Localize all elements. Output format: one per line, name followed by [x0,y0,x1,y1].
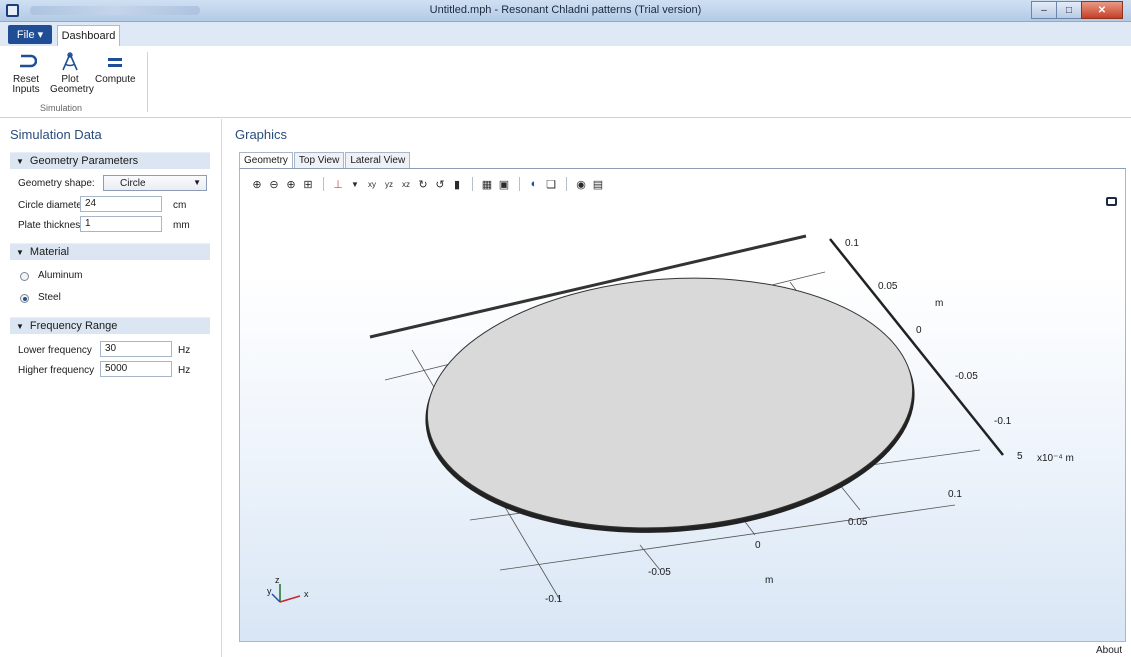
section-frequency-range[interactable]: ▼ Frequency Range [10,317,210,334]
circle-diameter-label: Circle diameter: [18,200,89,211]
circle-diameter-input[interactable]: 24 [80,196,162,212]
tab-lateral-view[interactable]: Lateral View [345,152,411,169]
higher-frequency-label: Higher frequency [18,365,95,376]
z-axis-unit: x10⁻⁴ m [1037,453,1074,464]
plate-thickness-label: Plate thickness: [18,220,89,231]
right-axis-unit: m [935,298,944,309]
triad-y-label: y [267,586,272,596]
section-label: Geometry Parameters [29,155,139,167]
view-xy-icon[interactable]: xy [364,180,380,189]
view-axis-icon[interactable]: ⊥ [330,178,346,191]
ribbon-group-label: Simulation [40,103,83,113]
reset-inputs-button[interactable]: Reset Inputs [6,52,46,95]
panel-title: Simulation Data [10,127,102,142]
reset-icon [20,54,37,68]
graphics-tabs: Geometry Top View Lateral View [239,152,411,169]
view-dropdown-icon[interactable]: ▼ [347,180,363,189]
geometry-shape-label: Geometry shape: [18,178,95,189]
right-axis-tick: 0.1 [845,238,859,249]
plot-label-2: Geometry [50,84,94,95]
front-axis-unit: m [765,575,774,586]
graphics-canvas[interactable] [239,168,1126,642]
radio-steel-label: Steel [38,292,61,303]
z-axis-tick: 5 [1017,451,1023,462]
radio-steel[interactable] [20,294,29,303]
print-icon[interactable]: ▤ [590,178,606,191]
triad-z-label: z [275,575,280,585]
transparency-icon[interactable]: ◐ [526,178,542,190]
tab-top-view[interactable]: Top View [293,152,345,169]
radio-aluminum[interactable] [20,272,29,281]
triad-x-label: x [304,589,309,599]
right-axis-tick: 0 [916,325,922,336]
front-axis-tick: -0.1 [545,594,563,605]
grid-icon[interactable]: ▦ [479,178,495,191]
plot-geometry-button[interactable]: Plot Geometry [50,52,94,95]
graphics-title: Graphics [235,127,288,142]
rotate-right-icon[interactable]: ↺ [432,178,448,191]
zoom-out-icon[interactable]: ⊖ [266,178,282,191]
circle-diameter-unit: cm [173,200,187,211]
zoom-extents-icon[interactable]: ⊞ [300,178,316,191]
right-axis-tick: -0.05 [955,371,978,382]
tab-geometry[interactable]: Geometry [239,152,293,169]
rotate-left-icon[interactable]: ↻ [415,178,431,191]
right-axis-tick: 0.05 [878,281,898,292]
front-axis-tick: 0.05 [848,517,868,528]
collapse-triangle-icon: ▼ [16,156,24,166]
ribbon: Reset Inputs Plot Geometry Compute Simul… [0,46,1131,118]
lower-frequency-input[interactable]: 30 [100,341,172,357]
simulation-data-panel: Simulation Data ▼ Geometry Parameters Ge… [0,119,222,657]
plate-thickness-unit: mm [173,220,190,231]
compute-button[interactable]: Compute [95,52,136,85]
maximize-view-icon[interactable] [1106,197,1117,206]
go-to-view-icon[interactable]: ▮ [449,178,465,191]
about-link[interactable]: About [1096,645,1122,656]
front-axis-tick: 0 [755,540,761,551]
lower-frequency-label: Lower frequency [18,345,92,356]
maximize-button[interactable]: □ [1056,1,1082,19]
compass-icon [62,52,78,71]
right-axis-tick: -0.1 [994,416,1012,427]
zoom-box-icon[interactable]: ⊕ [283,178,299,191]
front-axis-tick: 0.1 [948,489,962,500]
collapse-triangle-icon: ▼ [16,321,24,331]
collapse-triangle-icon: ▼ [16,247,24,257]
window-title: Untitled.mph - Resonant Chladni patterns… [429,4,702,16]
camera-icon[interactable]: ◉ [573,178,589,191]
tab-dashboard[interactable]: Dashboard [57,25,120,46]
section-label: Frequency Range [29,320,118,332]
close-button[interactable]: ✕ [1081,1,1123,19]
lower-frequency-unit: Hz [178,345,191,356]
radio-aluminum-label: Aluminum [38,270,83,281]
front-axis-tick: -0.05 [648,567,671,578]
geometry-shape-select[interactable]: Circle ▼ [103,175,207,191]
higher-frequency-unit: Hz [178,365,191,376]
higher-frequency-input[interactable]: 5000 [100,361,172,377]
zoom-in-icon[interactable]: ⊕ [249,178,265,191]
plate-thickness-input[interactable]: 1 [80,216,162,232]
section-material[interactable]: ▼ Material [10,243,210,260]
clipboard-icon[interactable]: ❏ [543,178,559,191]
geometry-shape-value: Circle [120,177,146,189]
file-menu-button[interactable]: File ▾ [8,25,52,44]
graphics-toolbar: ⊕ ⊖ ⊕ ⊞ ⊥ ▼ xy yz xz ↻ ↺ ▮ ▦ ▣ ◐ ❏ ◉ ▤ [249,176,607,192]
section-label: Material [29,246,70,258]
compute-label: Compute [95,74,136,85]
view-yz-icon[interactable]: yz [381,180,397,189]
ribbon-divider [147,52,148,112]
ribbon-tabs: File ▾ Dashboard [0,22,1131,46]
wireframe-icon[interactable]: ▣ [496,178,512,191]
equals-icon [108,58,122,67]
minimize-button[interactable]: – [1031,1,1057,19]
view-xz-icon[interactable]: xz [398,180,414,189]
reset-label-2: Inputs [12,84,40,95]
title-bar: Untitled.mph - Resonant Chladni patterns… [0,0,1131,22]
dropdown-arrow-icon: ▼ [193,178,201,187]
section-geometry-parameters[interactable]: ▼ Geometry Parameters [10,152,210,169]
